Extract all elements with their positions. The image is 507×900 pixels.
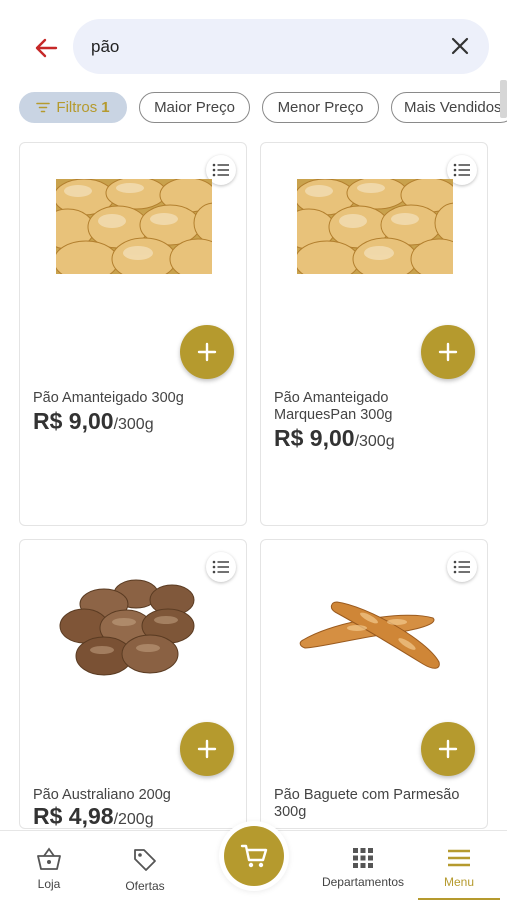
sort-best-sellers-chip[interactable]: Mais Vendidos: [391, 92, 507, 123]
product-price: R$ 4,98/200g: [33, 803, 154, 829]
nav-menu[interactable]: Menu: [418, 831, 500, 900]
search-input[interactable]: [91, 19, 431, 74]
nav-departamentos-label: Departamentos: [321, 875, 405, 889]
add-to-cart-button[interactable]: [180, 722, 234, 776]
basket-icon: [37, 847, 61, 870]
product-image: [56, 179, 212, 274]
product-card[interactable]: Pão Amanteigado MarquesPan 300g R$ 9,00/…: [260, 142, 488, 526]
search-bar: [73, 19, 489, 74]
nav-departamentos[interactable]: Departamentos: [316, 831, 410, 900]
shopping-cart-icon: [240, 844, 268, 868]
product-name: Pão Amanteigado 300g: [33, 390, 184, 406]
product-price: R$ 9,00/300g: [274, 425, 395, 452]
clear-search-icon[interactable]: [447, 33, 473, 59]
filters-label: Filtros: [56, 99, 98, 116]
price-value: R$ 9,00: [274, 425, 355, 451]
nav-ofertas[interactable]: Ofertas: [114, 831, 176, 900]
tag-icon: [134, 849, 156, 871]
product-name: Pão Australiano 200g: [33, 787, 171, 803]
grid-icon: [353, 848, 373, 868]
filter-chips: Filtros 1 Maior Preço Menor Preço Mais V…: [0, 92, 507, 124]
header: [0, 0, 507, 92]
add-to-cart-button[interactable]: [180, 325, 234, 379]
add-to-cart-button[interactable]: [421, 325, 475, 379]
product-card[interactable]: Pão Baguete com Parmesão 300g: [260, 539, 488, 829]
filter-icon: [36, 102, 51, 113]
price-unit: /300g: [354, 433, 395, 450]
nav-ofertas-label: Ofertas: [125, 879, 165, 893]
price-unit: /300g: [113, 416, 154, 433]
hamburger-menu-icon: [448, 849, 470, 867]
nav-loja-label: Loja: [37, 877, 61, 891]
price-value: R$ 9,00: [33, 408, 114, 434]
product-card[interactable]: Pão Australiano 200g R$ 4,98/200g: [19, 539, 247, 829]
nav-loja[interactable]: Loja: [20, 831, 78, 900]
back-arrow-icon[interactable]: [30, 32, 62, 64]
product-name: Pão Amanteigado MarquesPan 300g: [274, 390, 393, 423]
product-image: [299, 601, 440, 669]
price-value: R$ 4,98: [33, 803, 114, 829]
add-to-cart-button[interactable]: [421, 722, 475, 776]
sort-highest-price-chip[interactable]: Maior Preço: [139, 92, 250, 123]
filters-chip[interactable]: Filtros 1: [19, 92, 127, 123]
add-to-list-icon[interactable]: [447, 552, 477, 582]
product-price: R$ 9,00/300g: [33, 408, 154, 435]
product-name: Pão Baguete com Parmesão 300g: [274, 787, 460, 820]
sort-lowest-price-chip[interactable]: Menor Preço: [262, 92, 379, 123]
price-unit: /200g: [113, 811, 154, 828]
product-image: [297, 179, 453, 274]
cart-button[interactable]: [224, 826, 284, 886]
scroll-indicator: [500, 80, 507, 118]
product-card[interactable]: Pão Amanteigado 300g R$ 9,00/300g: [19, 142, 247, 526]
product-image: [59, 579, 195, 676]
filters-count: 1: [101, 99, 110, 116]
nav-menu-label: Menu: [443, 875, 475, 889]
